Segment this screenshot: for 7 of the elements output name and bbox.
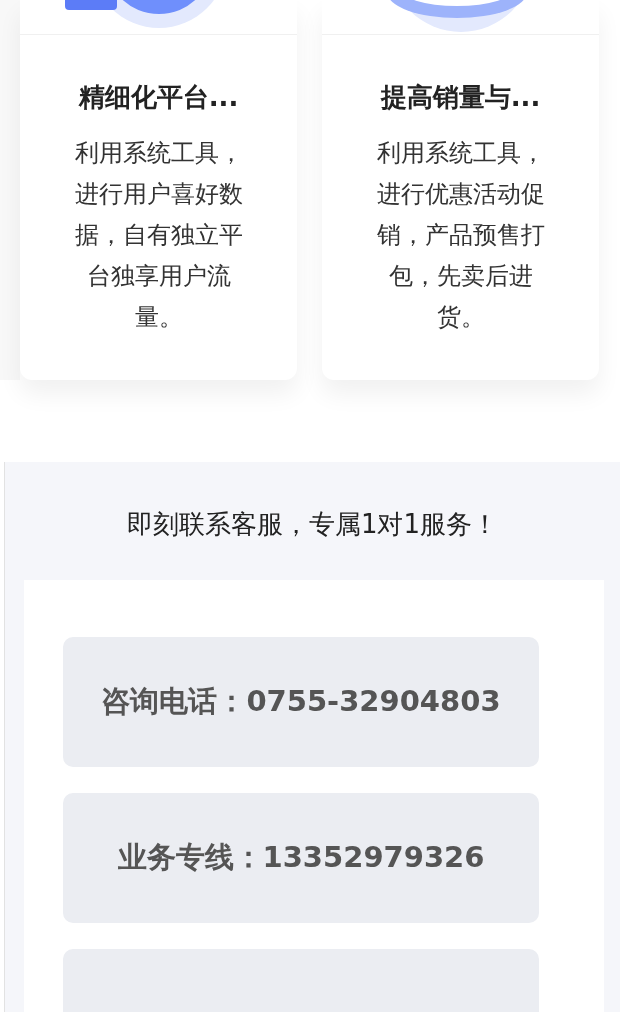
contact-line-button[interactable]: 业务专线：13352979326 <box>63 793 539 923</box>
card-description: 利用系统工具，进行优惠活动促销，产品预售打包，先卖后进货。 <box>375 137 546 333</box>
card-description: 利用系统工具，进行用户喜好数据，自有独立平台独享用户流量。 <box>73 137 244 333</box>
card-title: 精细化平台... <box>77 81 240 114</box>
contact-heading: 即刻联系客服，专属1对1服务！ <box>125 508 500 541</box>
card-title: 提高销量与... <box>379 81 542 114</box>
contact-line-button[interactable]: 咨询电话：0755-32904803 <box>63 637 539 767</box>
